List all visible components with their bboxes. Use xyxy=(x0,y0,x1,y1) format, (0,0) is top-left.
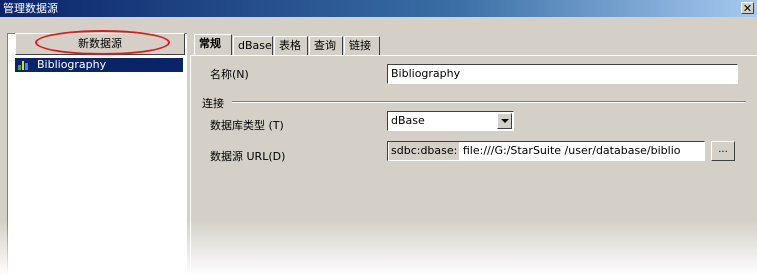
close-button[interactable]: ✕ xyxy=(741,2,754,14)
tab-tables[interactable]: 表格 xyxy=(274,36,308,55)
connection-separator xyxy=(232,101,746,103)
tab-links[interactable]: 链接 xyxy=(344,36,380,55)
connection-heading: 连接 xyxy=(202,97,224,110)
url-prefix: sdbc:dbase: xyxy=(389,142,460,160)
name-field[interactable]: Bibliography xyxy=(387,64,738,84)
name-label: 名称(N) xyxy=(210,68,249,81)
title-bar[interactable]: 管理数据源 ✕ xyxy=(0,0,757,17)
manage-datasources-dialog: 管理数据源 ✕ 新数据源 Bibliography 常规 dBase 表格 查询… xyxy=(0,0,757,276)
db-type-label: 数据库类型 (T) xyxy=(210,119,284,132)
datasource-item-label: Bibliography xyxy=(37,58,107,71)
browse-button[interactable]: ... xyxy=(711,141,735,161)
tab-general[interactable]: 常规 xyxy=(194,34,232,56)
datasource-item-bibliography[interactable]: Bibliography xyxy=(15,58,183,72)
tab-page-general xyxy=(190,55,757,276)
url-value: file:///G:/StarSuite /user/database/bibl… xyxy=(462,144,681,157)
url-label: 数据源 URL(D) xyxy=(210,150,286,163)
database-icon xyxy=(18,61,28,70)
tab-queries[interactable]: 查询 xyxy=(309,36,343,55)
tab-dbase[interactable]: dBase xyxy=(233,36,273,55)
db-type-select[interactable]: dBase xyxy=(387,111,514,131)
new-datasource-button[interactable]: 新数据源 xyxy=(15,33,185,55)
window-title: 管理数据源 xyxy=(3,2,58,15)
chevron-down-icon[interactable] xyxy=(497,113,512,129)
db-type-value: dBase xyxy=(391,114,425,127)
url-field[interactable]: sdbc:dbase: file:///G:/StarSuite /user/d… xyxy=(387,141,705,161)
